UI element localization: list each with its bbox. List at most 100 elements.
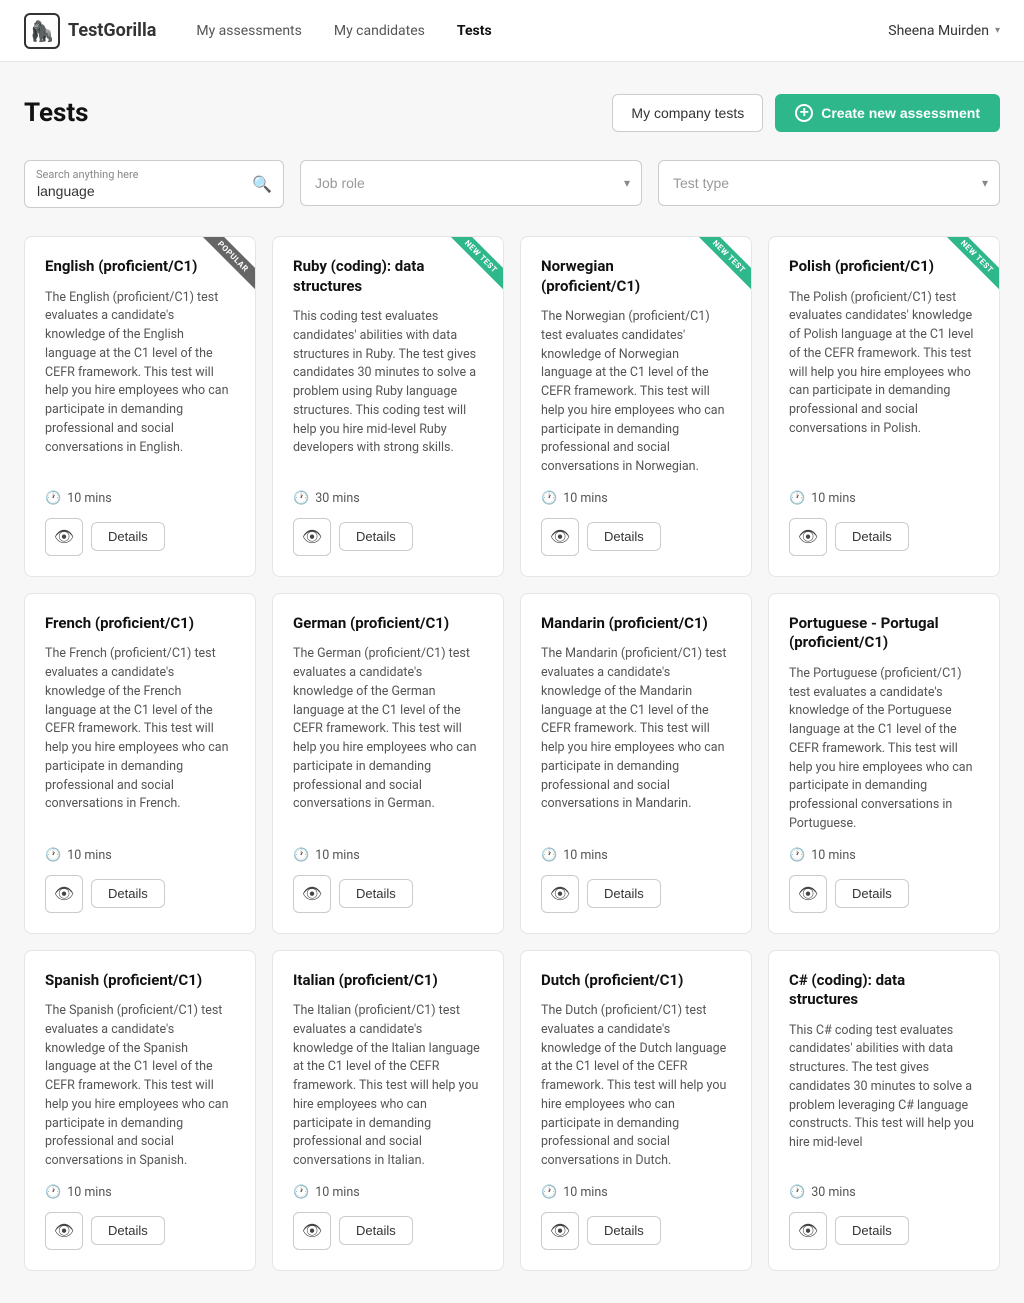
test-card: Italian (proficient/C1) The Italian (pro… [272,950,504,1271]
card-title: C# (coding): data structures [789,971,979,1010]
duration-label: 10 mins [67,1185,112,1200]
test-card: NEW TEST Norwegian (proficient/C1) The N… [520,236,752,577]
preview-button[interactable]: 👁 [541,875,579,913]
card-title: French (proficient/C1) [45,614,235,634]
card-actions: 👁 Details [293,875,483,913]
card-description: This C# coding test evaluates candidates… [789,1022,979,1171]
duration-label: 10 mins [811,848,856,863]
card-description: The English (proficient/C1) test evaluat… [45,289,235,477]
duration-label: 10 mins [315,848,360,863]
test-card: Mandarin (proficient/C1) The Mandarin (p… [520,593,752,934]
preview-button[interactable]: 👁 [541,518,579,556]
card-duration: 🕐 10 mins [789,848,979,863]
card-actions: 👁 Details [293,518,483,556]
clock-icon: 🕐 [541,491,557,506]
card-title: Mandarin (proficient/C1) [541,614,731,634]
details-button[interactable]: Details [339,1216,413,1245]
plus-icon: + [795,104,813,122]
card-badge: POPULAR [195,237,255,297]
details-button[interactable]: Details [587,522,661,551]
details-button[interactable]: Details [91,1216,165,1245]
duration-label: 10 mins [67,848,112,863]
clock-icon: 🕐 [45,491,61,506]
test-card: Dutch (proficient/C1) The Dutch (profici… [520,950,752,1271]
card-duration: 🕐 10 mins [541,848,731,863]
my-company-tests-button[interactable]: My company tests [612,94,763,132]
details-button[interactable]: Details [587,879,661,908]
job-role-dropdown[interactable]: Job role [300,160,642,206]
user-menu-chevron-icon: ▾ [995,25,1000,36]
card-actions: 👁 Details [541,875,731,913]
preview-button[interactable]: 👁 [789,875,827,913]
card-actions: 👁 Details [789,518,979,556]
test-card: NEW TEST Polish (proficient/C1) The Poli… [768,236,1000,577]
test-card: NEW TEST Ruby (coding): data structures … [272,236,504,577]
preview-button[interactable]: 👁 [293,875,331,913]
page-header: Tests My company tests + Create new asse… [24,94,1000,132]
card-actions: 👁 Details [789,875,979,913]
logo[interactable]: 🦍 TestGorilla [24,13,156,49]
preview-button[interactable]: 👁 [45,518,83,556]
user-name: Sheena Muirden [888,23,989,39]
duration-label: 10 mins [811,491,856,506]
duration-label: 30 mins [811,1185,856,1200]
card-actions: 👁 Details [45,875,235,913]
details-button[interactable]: Details [339,879,413,908]
main-nav: My assessments My candidates Tests [196,19,888,43]
create-assessment-label: Create new assessment [821,105,980,121]
details-button[interactable]: Details [91,522,165,551]
preview-button[interactable]: 👁 [789,518,827,556]
card-duration: 🕐 10 mins [789,491,979,506]
preview-button[interactable]: 👁 [45,1212,83,1250]
preview-button[interactable]: 👁 [293,518,331,556]
details-button[interactable]: Details [835,1216,909,1245]
card-badge: NEW TEST [939,237,999,297]
card-actions: 👁 Details [541,1212,731,1250]
card-actions: 👁 Details [541,518,731,556]
test-card: C# (coding): data structures This C# cod… [768,950,1000,1271]
clock-icon: 🕐 [789,848,805,863]
card-duration: 🕐 10 mins [45,848,235,863]
card-description: The French (proficient/C1) test evaluate… [45,645,235,833]
clock-icon: 🕐 [45,848,61,863]
card-title: Portuguese - Portugal (proficient/C1) [789,614,979,653]
preview-button[interactable]: 👁 [45,875,83,913]
preview-button[interactable]: 👁 [293,1212,331,1250]
details-button[interactable]: Details [835,522,909,551]
card-description: The Mandarin (proficient/C1) test evalua… [541,645,731,833]
card-title: Italian (proficient/C1) [293,971,483,991]
preview-button[interactable]: 👁 [789,1212,827,1250]
nav-my-assessments[interactable]: My assessments [196,19,302,43]
nav-my-candidates[interactable]: My candidates [334,19,425,43]
details-button[interactable]: Details [91,879,165,908]
card-description: This coding test evaluates candidates' a… [293,308,483,477]
details-button[interactable]: Details [835,879,909,908]
card-actions: 👁 Details [45,1212,235,1250]
nav-tests[interactable]: Tests [457,19,492,43]
create-assessment-button[interactable]: + Create new assessment [775,94,1000,132]
card-title: Spanish (proficient/C1) [45,971,235,991]
preview-button[interactable]: 👁 [541,1212,579,1250]
details-button[interactable]: Details [339,522,413,551]
card-description: The Italian (proficient/C1) test evaluat… [293,1002,483,1171]
filters-row: Search anything here 🔍 Job role ▾ Test t… [24,160,1000,208]
card-title: German (proficient/C1) [293,614,483,634]
user-menu[interactable]: Sheena Muirden ▾ [888,23,1000,39]
card-description: The Spanish (proficient/C1) test evaluat… [45,1002,235,1171]
test-card: Portuguese - Portugal (proficient/C1) Th… [768,593,1000,934]
main-content: Tests My company tests + Create new asse… [0,62,1024,1303]
search-input[interactable] [24,160,284,208]
test-card: French (proficient/C1) The French (profi… [24,593,256,934]
duration-label: 10 mins [67,491,112,506]
clock-icon: 🕐 [541,1185,557,1200]
test-type-dropdown[interactable]: Test type [658,160,1000,206]
logo-icon: 🦍 [24,13,60,49]
card-duration: 🕐 30 mins [293,491,483,506]
details-button[interactable]: Details [587,1216,661,1245]
test-cards-grid: POPULAR English (proficient/C1) The Engl… [24,236,1000,1271]
clock-icon: 🕐 [45,1185,61,1200]
test-card: Spanish (proficient/C1) The Spanish (pro… [24,950,256,1271]
clock-icon: 🕐 [293,491,309,506]
card-description: The German (proficient/C1) test evaluate… [293,645,483,833]
card-description: The Polish (proficient/C1) test evaluate… [789,289,979,477]
